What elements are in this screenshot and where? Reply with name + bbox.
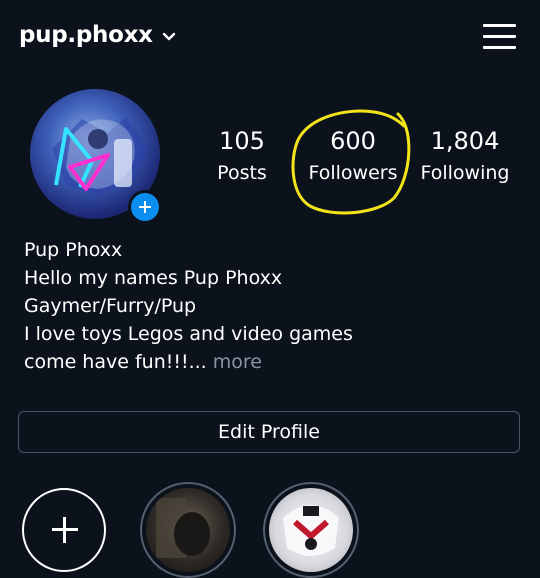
add-story-plus-icon[interactable] (128, 190, 162, 224)
story-highlight-2[interactable] (263, 482, 359, 578)
hamburger-menu-icon[interactable] (483, 22, 517, 50)
followers-label: Followers (308, 162, 398, 184)
bio-line-4-wrap: come have fun!!!... more (24, 348, 524, 376)
posts-stat[interactable]: 105 Posts (210, 126, 274, 188)
username[interactable]: pup.phoxx (19, 22, 153, 48)
bio-section: Pup Phoxx Hello my names Pup Phoxx Gayme… (24, 236, 524, 376)
display-name: Pup Phoxx (24, 239, 123, 261)
bio-line-2: Gaymer/Furry/Pup (24, 295, 197, 317)
bio-line-4: come have fun!!!... (24, 351, 207, 373)
posts-count: 105 (219, 127, 265, 155)
following-count: 1,804 (430, 127, 500, 155)
profile-header: pup.phoxx (0, 0, 540, 76)
chevron-down-icon[interactable] (162, 27, 176, 46)
highlight-thumbnail-2 (269, 488, 353, 572)
following-stat[interactable]: 1,804 Following (420, 126, 510, 188)
following-label: Following (420, 162, 510, 184)
account-switcher[interactable]: pup.phoxx (19, 22, 176, 48)
followers-stat[interactable]: 600 Followers (305, 126, 401, 188)
new-highlight-plus-icon[interactable] (22, 488, 106, 572)
posts-label: Posts (217, 162, 267, 184)
followers-count: 600 (330, 127, 376, 155)
highlight-thumbnail-1 (146, 488, 230, 572)
more-link[interactable]: more (213, 351, 262, 373)
bio-line-3: I love toys Legos and video games (24, 323, 353, 345)
story-highlight-1[interactable] (140, 482, 236, 578)
bio-line-1: Hello my names Pup Phoxx (24, 267, 283, 289)
edit-profile-button[interactable]: Edit Profile (18, 411, 520, 453)
edit-profile-label: Edit Profile (218, 421, 320, 443)
